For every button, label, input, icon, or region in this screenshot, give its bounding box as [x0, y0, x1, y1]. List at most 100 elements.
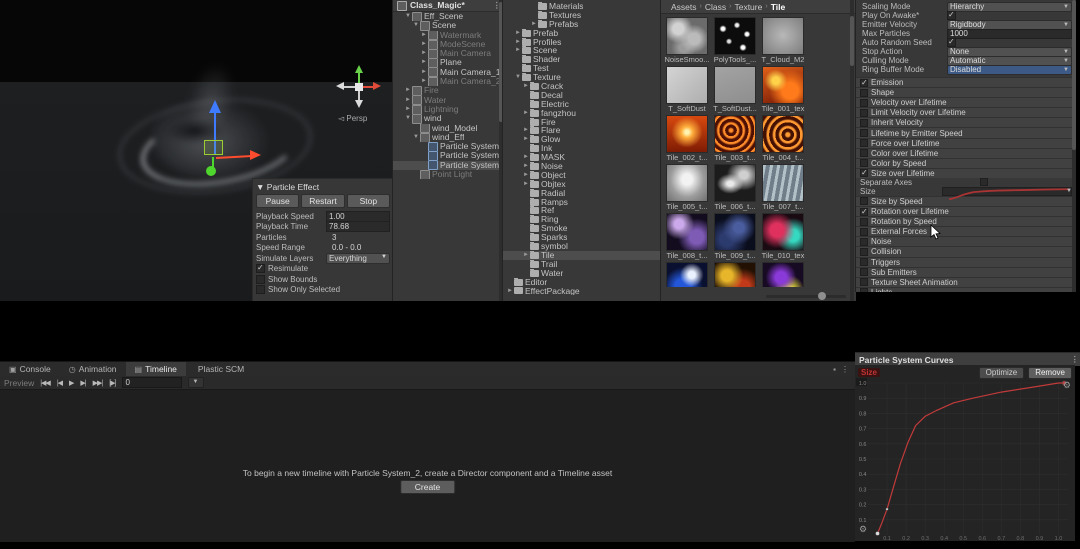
hierarchy-item[interactable]: ► Main Camera	[393, 49, 503, 58]
expand-arrow-icon[interactable]: ►	[522, 171, 530, 180]
asset-thumbnail[interactable]	[666, 262, 708, 287]
expand-arrow-icon[interactable]: ▼	[412, 21, 420, 30]
folder-item[interactable]: ► Tile	[503, 251, 661, 260]
asset-tile[interactable]: Tile_007_t...	[760, 164, 806, 211]
module-checkbox[interactable]	[860, 218, 868, 226]
asset-thumbnail[interactable]	[762, 66, 804, 104]
asset-tile[interactable]: Tile_001_tex	[760, 66, 806, 113]
gizmo-x-arrow[interactable]	[250, 150, 261, 160]
gizmo-y-cone[interactable]	[355, 65, 363, 73]
hierarchy-item[interactable]: ► Plane	[393, 58, 503, 67]
breadcrumb-item[interactable]: Assets	[671, 2, 697, 12]
folder-item[interactable]: Sparks	[503, 233, 661, 242]
scene-view[interactable]: ◅ Persp ▼ Particle Effect PauseRestartSt…	[0, 0, 392, 301]
hierarchy-item[interactable]: ► Fire	[393, 86, 503, 95]
thumbnail-size-slider[interactable]	[766, 295, 846, 298]
transport-button[interactable]: |◀◀	[40, 379, 50, 387]
asset-tile[interactable]: Tile_011_tex	[664, 262, 710, 287]
module-checkbox[interactable]	[860, 238, 868, 246]
scrollbar-thumb[interactable]	[850, 16, 854, 66]
panel-tab[interactable]: ▤ Timeline	[126, 362, 186, 376]
folder-item[interactable]: Test	[503, 64, 661, 73]
folder-item[interactable]: Shader	[503, 55, 661, 64]
gizmo-rect-handle[interactable]	[204, 140, 223, 155]
module-checkbox[interactable]	[860, 89, 868, 97]
hierarchy-item[interactable]: ▼ wind	[393, 114, 503, 123]
expand-arrow-icon[interactable]: ►	[522, 82, 530, 91]
asset-thumbnail[interactable]	[762, 262, 804, 287]
folder-item[interactable]: ► Noise	[503, 162, 661, 171]
asset-tile[interactable]: Tile_006_t...	[712, 164, 758, 211]
module-header[interactable]: Sub Emitters	[856, 267, 1076, 277]
expand-arrow-icon[interactable]: ►	[522, 126, 530, 135]
expand-arrow-icon[interactable]: ▼	[404, 114, 412, 123]
playback-button[interactable]: Restart	[301, 194, 344, 208]
remove-button[interactable]: Remove	[1028, 367, 1072, 379]
transport-button[interactable]: ▶|	[80, 379, 85, 387]
folder-item[interactable]: Water	[503, 269, 661, 278]
expand-arrow-icon[interactable]: ►	[522, 162, 530, 171]
folder-item[interactable]: symbol	[503, 242, 661, 251]
hierarchy-item[interactable]: ▼ wind_Eff	[393, 133, 503, 142]
folder-item[interactable]: Ink	[503, 144, 661, 153]
module-checkbox[interactable]	[860, 119, 868, 127]
module-checkbox[interactable]	[860, 278, 868, 286]
property-dropdown[interactable]: Hierarchy▼	[947, 2, 1072, 12]
module-checkbox[interactable]	[860, 208, 868, 216]
curve-settings-gear-icon[interactable]: ⚙	[859, 524, 867, 535]
curve-tag[interactable]: Size	[858, 368, 880, 377]
hierarchy-item[interactable]: wind_Model	[393, 124, 503, 133]
asset-tile[interactable]: Tile_009_t...	[712, 213, 758, 260]
field-value[interactable]: 1.00	[326, 211, 390, 222]
hierarchy-item[interactable]: ▼ Scene	[393, 21, 503, 30]
asset-tile[interactable]: T_Cloud_M2	[760, 17, 806, 64]
module-header[interactable]: Rotation over Lifetime	[856, 206, 1076, 216]
expand-arrow-icon[interactable]: ►	[420, 40, 428, 49]
property-dropdown[interactable]: Disabled▼	[947, 65, 1072, 75]
playback-button[interactable]: Stop	[347, 194, 390, 208]
inspector-scrollbar[interactable]	[1072, 0, 1076, 292]
panel-tab[interactable]: ◷ Animation	[60, 362, 126, 376]
asset-tile[interactable]: PolyTools_...	[712, 17, 758, 64]
folder-item[interactable]: Textures	[503, 11, 661, 20]
asset-thumbnail[interactable]	[714, 17, 756, 55]
folder-item[interactable]: ► fangzhou	[503, 109, 661, 118]
module-checkbox[interactable]	[860, 258, 868, 266]
module-header[interactable]: Size over Lifetime	[856, 168, 1076, 178]
expand-arrow-icon[interactable]: ►	[404, 105, 412, 114]
folder-item[interactable]: Electric	[503, 100, 661, 109]
hierarchy-item[interactable]: Point Light	[393, 170, 503, 179]
asset-thumbnail[interactable]	[762, 17, 804, 55]
asset-tile[interactable]: T_SoftDust	[664, 66, 710, 113]
hierarchy-item[interactable]: ► Watermark	[393, 31, 503, 40]
folder-item[interactable]: ► Crack	[503, 82, 661, 91]
slider-knob[interactable]	[818, 292, 826, 300]
folder-item[interactable]: Ref	[503, 206, 661, 215]
hierarchy-scene-header[interactable]: Class_Magic* ⋮	[393, 0, 503, 12]
folder-item[interactable]: Radial	[503, 189, 661, 198]
hierarchy-item[interactable]: Particle System	[393, 142, 503, 151]
asset-tile[interactable]: Tile_004_t...	[760, 115, 806, 162]
asset-tile[interactable]: Tile_002_t...	[664, 115, 710, 162]
module-header[interactable]: Velocity over Lifetime	[856, 97, 1076, 107]
asset-thumbnail[interactable]	[714, 66, 756, 104]
expand-arrow-icon[interactable]: ►	[514, 29, 522, 38]
asset-thumbnail[interactable]	[666, 17, 708, 55]
folder-item[interactable]: ► Profiles	[503, 38, 661, 47]
folder-item[interactable]: Smoke	[503, 224, 661, 233]
hierarchy-item[interactable]: Particle System_	[393, 151, 503, 160]
timeline-dropdown[interactable]: ▼	[188, 377, 204, 388]
transport-button[interactable]: ▶▶|	[93, 379, 103, 387]
module-checkbox[interactable]	[860, 248, 868, 256]
folder-item[interactable]: Editor	[503, 278, 661, 287]
expand-arrow-icon[interactable]: ►	[420, 31, 428, 40]
kebab-icon[interactable]: ⋮	[841, 365, 849, 374]
folder-item[interactable]: ► Prefab	[503, 29, 661, 38]
folder-item[interactable]: Decal	[503, 91, 661, 100]
module-header[interactable]: Emission	[856, 77, 1076, 87]
module-header[interactable]: Lifetime by Emitter Speed	[856, 127, 1076, 137]
gizmo-x-cone[interactable]	[373, 82, 381, 90]
expand-arrow-icon[interactable]: ►	[420, 77, 428, 86]
transport-button[interactable]: ▶	[69, 379, 73, 387]
expand-arrow-icon[interactable]: ►	[522, 135, 530, 144]
